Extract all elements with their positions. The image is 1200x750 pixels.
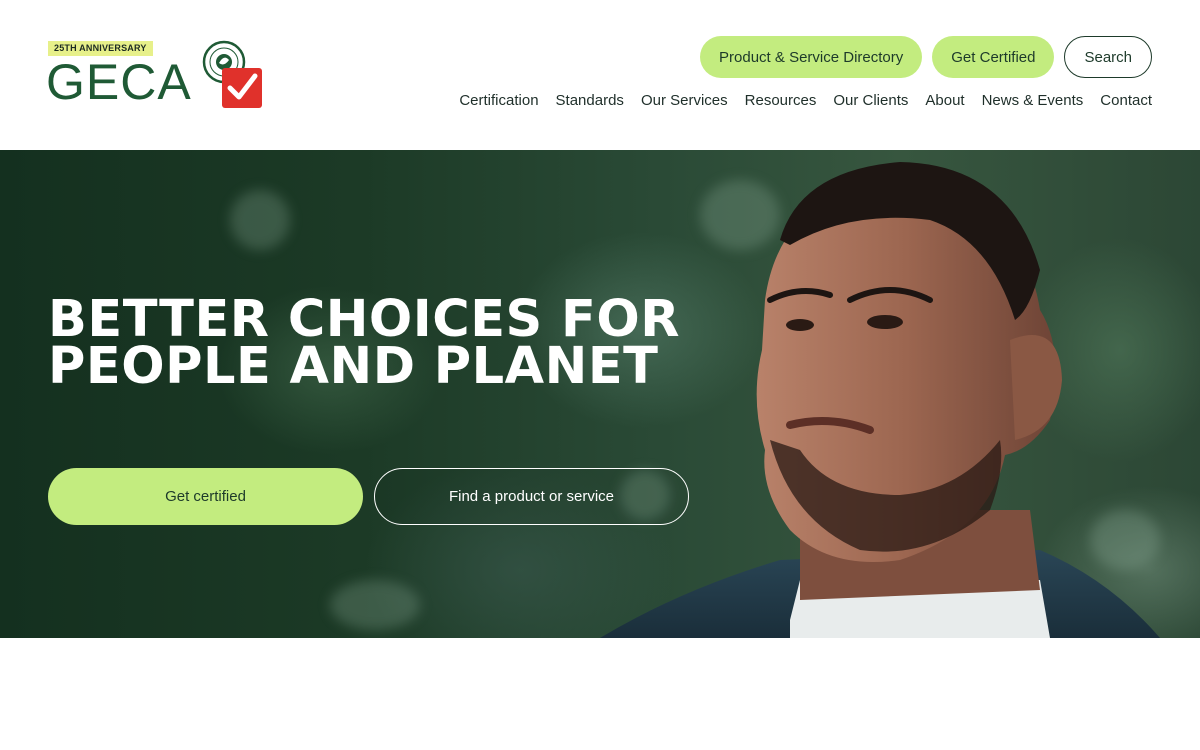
get-certified-button[interactable]: Get Certified — [932, 36, 1055, 78]
hero-headline: BETTER CHOICES FOR PEOPLE AND PLANET — [48, 290, 680, 396]
hero-cta-group: Get certified Find a product or service — [48, 468, 689, 525]
nav-item-about[interactable]: About — [925, 90, 964, 112]
nav-item-certification[interactable]: Certification — [459, 90, 538, 112]
nav-item-our-clients[interactable]: Our Clients — [833, 90, 908, 112]
hero-banner: BETTER CHOICES FOR PEOPLE AND PLANET Get… — [0, 150, 1200, 638]
site-header: 25TH ANNIVERSARY GECA Product & Service … — [0, 0, 1200, 150]
product-service-directory-button[interactable]: Product & Service Directory — [700, 36, 923, 78]
geca-logo[interactable]: 25TH ANNIVERSARY GECA — [46, 38, 266, 114]
nav-item-news-events[interactable]: News & Events — [982, 90, 1084, 112]
nav-item-contact[interactable]: Contact — [1100, 90, 1152, 112]
find-product-service-cta[interactable]: Find a product or service — [374, 468, 689, 525]
search-button[interactable]: Search — [1064, 36, 1152, 78]
nav-item-standards[interactable]: Standards — [556, 90, 624, 112]
main-nav: Certification Standards Our Services Res… — [459, 90, 1152, 112]
headline-line-2: PEOPLE AND PLANET — [48, 337, 659, 396]
checkmark-icon — [222, 68, 262, 108]
headline-line-1: BETTER CHOICES FOR — [48, 290, 680, 349]
header-actions: Product & Service Directory Get Certifie… — [700, 36, 1152, 78]
logo-wordmark: GECA — [46, 54, 192, 110]
nav-item-resources[interactable]: Resources — [745, 90, 817, 112]
nav-item-our-services[interactable]: Our Services — [641, 90, 728, 112]
get-certified-cta[interactable]: Get certified — [48, 468, 363, 525]
